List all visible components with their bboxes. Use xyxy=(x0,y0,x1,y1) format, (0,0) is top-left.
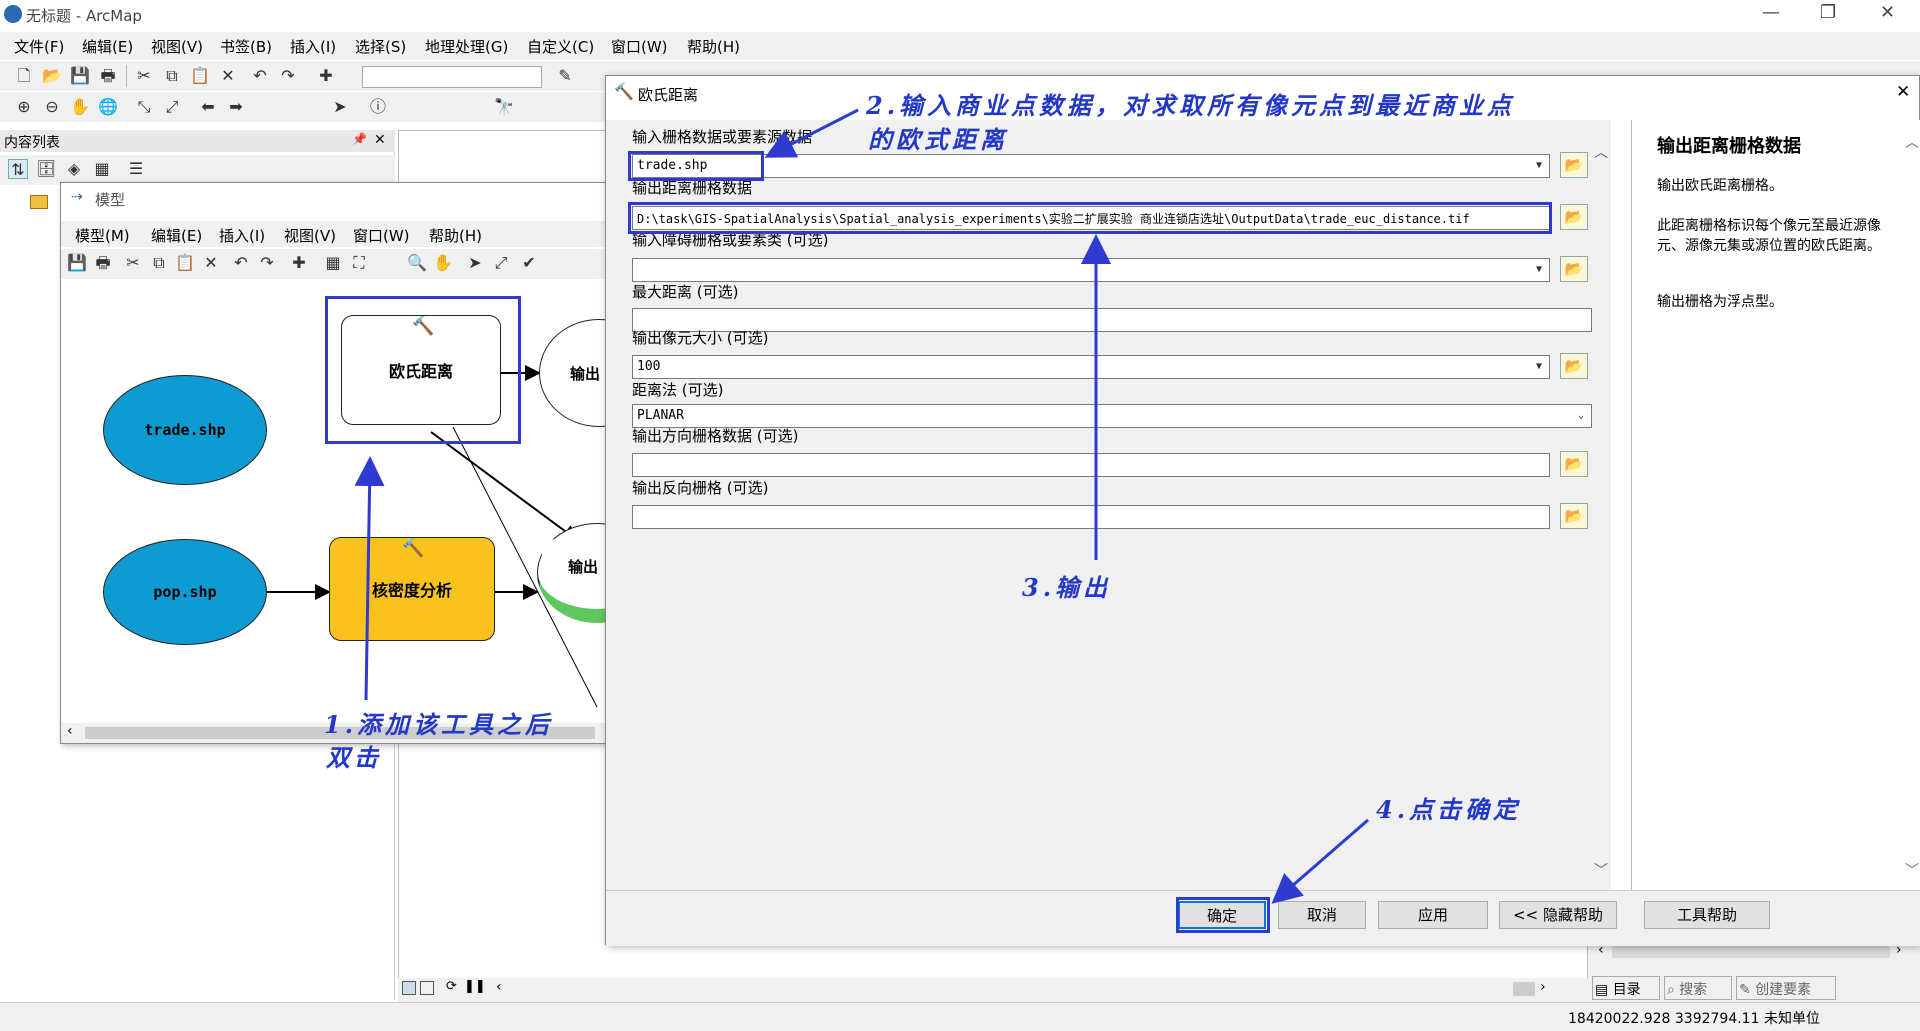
annotation-step-1-line1: 1.添加该工具之后 xyxy=(324,710,554,739)
annotation-step-2-line2: 的欧式距离 xyxy=(868,125,1008,154)
annotation-step-2-line1: 2.输入商业点数据，对求取所有像元点到最近商业点 xyxy=(866,91,1516,120)
annotation-step-4: 4.点击确定 xyxy=(1376,795,1522,824)
annotation-step-1-line2: 双击 xyxy=(326,743,382,772)
annotation-step-3: 3.输出 xyxy=(1022,573,1112,602)
